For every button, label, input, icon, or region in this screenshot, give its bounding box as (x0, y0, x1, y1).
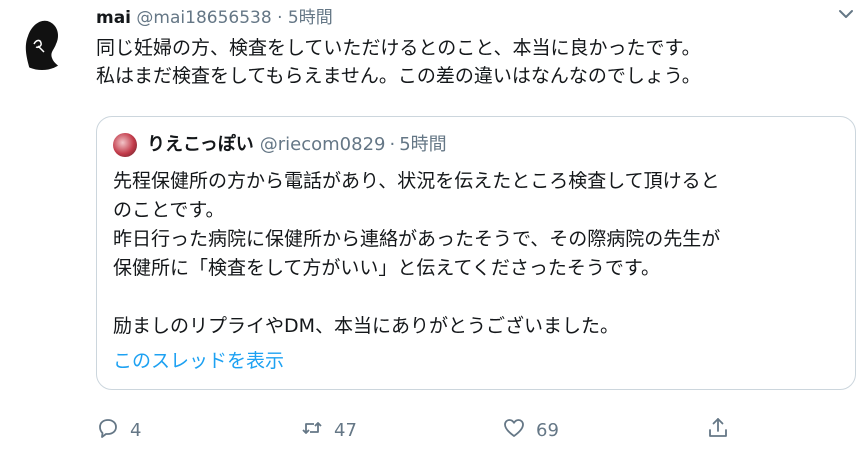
like-count: 69 (536, 419, 559, 441)
display-name[interactable]: mai (96, 8, 131, 28)
retweet-count: 47 (334, 419, 357, 441)
timestamp[interactable]: 5時間 (288, 8, 333, 28)
share-icon (706, 416, 740, 445)
quoted-text-line: 保健所に「検査をして方がいい」と伝えてくださったそうです。 (113, 257, 661, 279)
tweet-text-line: 同じ妊婦の方、検査をしていただけるとのこと、本当に良かったです。 (96, 37, 701, 59)
quoted-text-blank-line (113, 283, 843, 312)
dot-separator: · (389, 134, 396, 155)
chevron-down-icon[interactable] (836, 4, 856, 24)
show-thread-link[interactable]: このスレッドを表示 (113, 347, 284, 375)
avatar[interactable] (10, 6, 74, 70)
share-button[interactable] (706, 412, 740, 448)
quoted-text-line: 励ましのリプライやDM、本当にありがとうございました。 (113, 315, 620, 337)
quoted-text-line: 昨日行った病院に保健所から連絡があったそうで、その際病院の先生が (113, 228, 721, 250)
quoted-avatar (113, 133, 137, 157)
reply-count: 4 (130, 419, 142, 441)
quoted-handle: @riecom0829 (259, 134, 386, 155)
quoted-tweet-card[interactable]: りえこっぽい @riecom0829 · 5時間 先程保健所の方から電話があり、… (96, 116, 856, 390)
quoted-text-line: のことです。 (113, 199, 225, 221)
retweet-icon (300, 416, 334, 445)
silhouette-avatar-image (10, 6, 74, 70)
dot-separator: · (277, 8, 283, 28)
quoted-tweet-text: 先程保健所の方から電話があり、状況を伝えたところ検査して頂けると のことです。 … (113, 167, 843, 341)
quoted-display-name: りえこっぽい (147, 134, 254, 155)
like-button[interactable]: 69 (502, 412, 559, 448)
reply-button[interactable]: 4 (96, 412, 141, 448)
quoted-text-line: 先程保健所の方から電話があり、状況を伝えたところ検査して頂けると (113, 170, 720, 192)
tweet-header: mai @mai18656538 · 5時間 (96, 6, 333, 30)
reply-icon (96, 416, 130, 445)
tweet-actions: 4 47 69 (96, 412, 856, 448)
tweet-text-line: 私はまだ検査をしてもらえません。この差の違いはなんなのでしょう。 (96, 65, 701, 87)
heart-icon (502, 416, 536, 445)
tweet-text: 同じ妊婦の方、検査をしていただけるとのこと、本当に良かったです。 私はまだ検査を… (96, 34, 856, 90)
quoted-timestamp: 5時間 (399, 134, 447, 155)
quoted-tweet-header: りえこっぽい @riecom0829 · 5時間 (113, 131, 447, 159)
retweet-button[interactable]: 47 (300, 412, 357, 448)
handle[interactable]: @mai18656538 (136, 8, 271, 28)
